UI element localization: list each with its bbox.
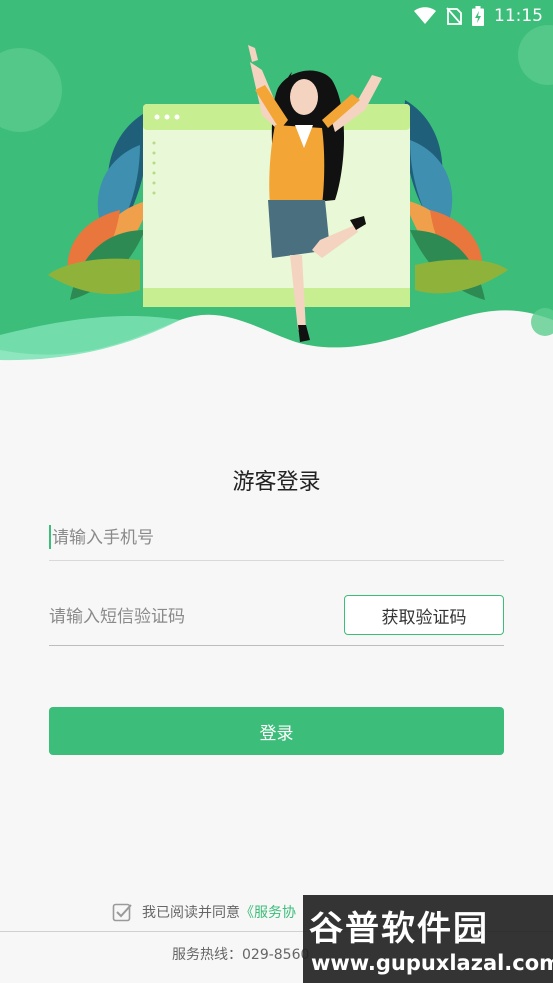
phone-field — [49, 515, 504, 561]
agreement-row: 我已阅读并同意《服务协 — [112, 900, 296, 924]
status-bar: 11:15 — [0, 0, 553, 32]
agreement-checkbox[interactable] — [112, 902, 132, 922]
checkbox-checked-icon — [112, 903, 132, 922]
hero-illustration — [0, 0, 553, 370]
page-title: 游客登录 — [232, 470, 321, 495]
no-sim-icon — [446, 7, 462, 25]
phone-input[interactable] — [49, 525, 489, 551]
agreement-text: 我已阅读并同意《服务协 — [142, 902, 296, 922]
service-agreement-link[interactable]: 《服务协 — [240, 905, 296, 921]
watermark-url: www.gupuxlazal.com — [311, 951, 553, 975]
site-watermark: 谷普软件园 www.gupuxlazal.com — [303, 895, 553, 983]
get-code-button[interactable]: 获取验证码 — [344, 595, 504, 635]
verification-code-field: 获取验证码 — [49, 590, 504, 646]
service-hotline: 服务热线：029-8560 — [172, 947, 310, 963]
battery-charging-icon — [472, 6, 484, 26]
status-time: 11:15 — [494, 6, 543, 26]
verification-code-input[interactable] — [49, 604, 329, 630]
login-button[interactable]: 登录 — [49, 707, 504, 755]
watermark-title: 谷普软件园 — [309, 909, 489, 949]
wifi-icon — [414, 7, 436, 25]
agreement-prefix: 我已阅读并同意 — [142, 905, 240, 921]
